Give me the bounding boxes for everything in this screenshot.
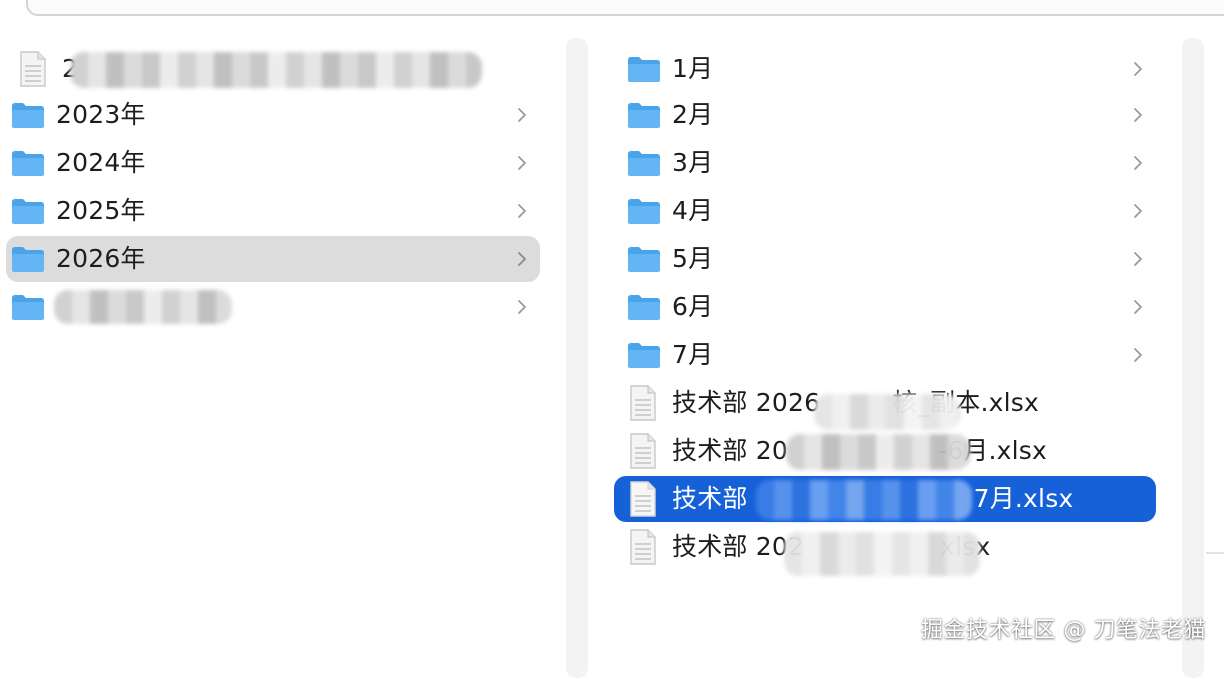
folder-icon — [12, 199, 44, 224]
window-top-bar — [26, 0, 1224, 16]
file-label-end: 7月.xlsx — [973, 484, 1074, 513]
watermark-text: 掘金技术社区 @ 刀笔法老猫 — [921, 618, 1206, 643]
folder-label: 1月 — [672, 54, 714, 83]
spreadsheet-file-icon — [630, 529, 656, 565]
folder-icon — [12, 247, 44, 272]
folder-item-month-3[interactable]: 3月 — [614, 140, 1156, 186]
chevron-right-icon — [1134, 108, 1142, 122]
chevron-right-icon — [1134, 300, 1142, 314]
folder-label: 6月 — [672, 292, 714, 321]
right-scroll-track[interactable] — [1182, 38, 1204, 678]
left-scroll-track[interactable] — [566, 38, 588, 678]
folder-label: 2025年 — [56, 196, 146, 225]
folder-icon — [628, 247, 660, 272]
spreadsheet-file-icon — [630, 385, 656, 421]
folder-item-month-7[interactable]: 7月 — [614, 332, 1156, 378]
folder-icon — [628, 57, 660, 82]
folder-item-month-6[interactable]: 6月 — [614, 284, 1156, 330]
folder-item-month-4[interactable]: 4月 — [614, 188, 1156, 234]
folder-label: 4月 — [672, 196, 714, 225]
folder-icon — [628, 343, 660, 368]
divider-line — [1206, 552, 1224, 554]
folder-item-month-2[interactable]: 2月 — [614, 92, 1156, 138]
chevron-right-icon — [1134, 252, 1142, 266]
folder-item-2025[interactable]: 2025年 — [6, 188, 540, 234]
folder-icon — [628, 199, 660, 224]
file-label-start: 技术部 20 — [672, 436, 788, 465]
folder-item-2023[interactable]: 2023年 — [6, 92, 540, 138]
folder-label: 2月 — [672, 100, 714, 129]
folder-icon — [12, 103, 44, 128]
chevron-right-icon — [1134, 62, 1142, 76]
spreadsheet-file-icon — [20, 51, 46, 87]
chevron-right-icon — [518, 300, 526, 314]
folder-item-month-5[interactable]: 5月 — [614, 236, 1156, 282]
chevron-right-icon — [518, 204, 526, 218]
chevron-right-icon — [1134, 348, 1142, 362]
folder-label: 2023年 — [56, 100, 146, 129]
folder-item-month-1[interactable]: 1月 — [614, 46, 1156, 92]
chevron-right-icon — [1134, 156, 1142, 170]
spreadsheet-file-icon — [630, 481, 656, 517]
chevron-right-icon — [518, 252, 526, 266]
folder-icon — [628, 103, 660, 128]
redacted-foldername — [54, 290, 232, 324]
folder-label: 2024年 — [56, 148, 146, 177]
redacted-filename — [70, 52, 482, 88]
chevron-right-icon — [518, 156, 526, 170]
redacted-filename — [814, 394, 960, 430]
folder-icon — [628, 295, 660, 320]
folder-icon — [12, 295, 44, 320]
file-label-start: 技术部 2026 — [672, 388, 821, 417]
spreadsheet-file-icon — [630, 433, 656, 469]
file-label-start: 技术部 — [672, 484, 748, 513]
folder-label: 3月 — [672, 148, 714, 177]
redacted-filename — [786, 434, 970, 470]
redacted-filename — [784, 532, 980, 576]
right-column: 1月 2月 3月 4月 5月 6月 7月 技术部 2026 核_副本.xlsx … — [588, 40, 1176, 660]
folder-icon — [628, 151, 660, 176]
folder-label: 5月 — [672, 244, 714, 273]
chevron-right-icon — [518, 108, 526, 122]
left-column: 2 2023年 2024年 2025年 2026年 — [0, 40, 560, 660]
chevron-right-icon — [1134, 204, 1142, 218]
folder-label: 7月 — [672, 340, 714, 369]
folder-icon — [12, 151, 44, 176]
folder-item-2026[interactable]: 2026年 — [6, 236, 540, 282]
redacted-filename — [756, 480, 972, 520]
folder-item-2024[interactable]: 2024年 — [6, 140, 540, 186]
folder-label: 2026年 — [56, 244, 146, 273]
